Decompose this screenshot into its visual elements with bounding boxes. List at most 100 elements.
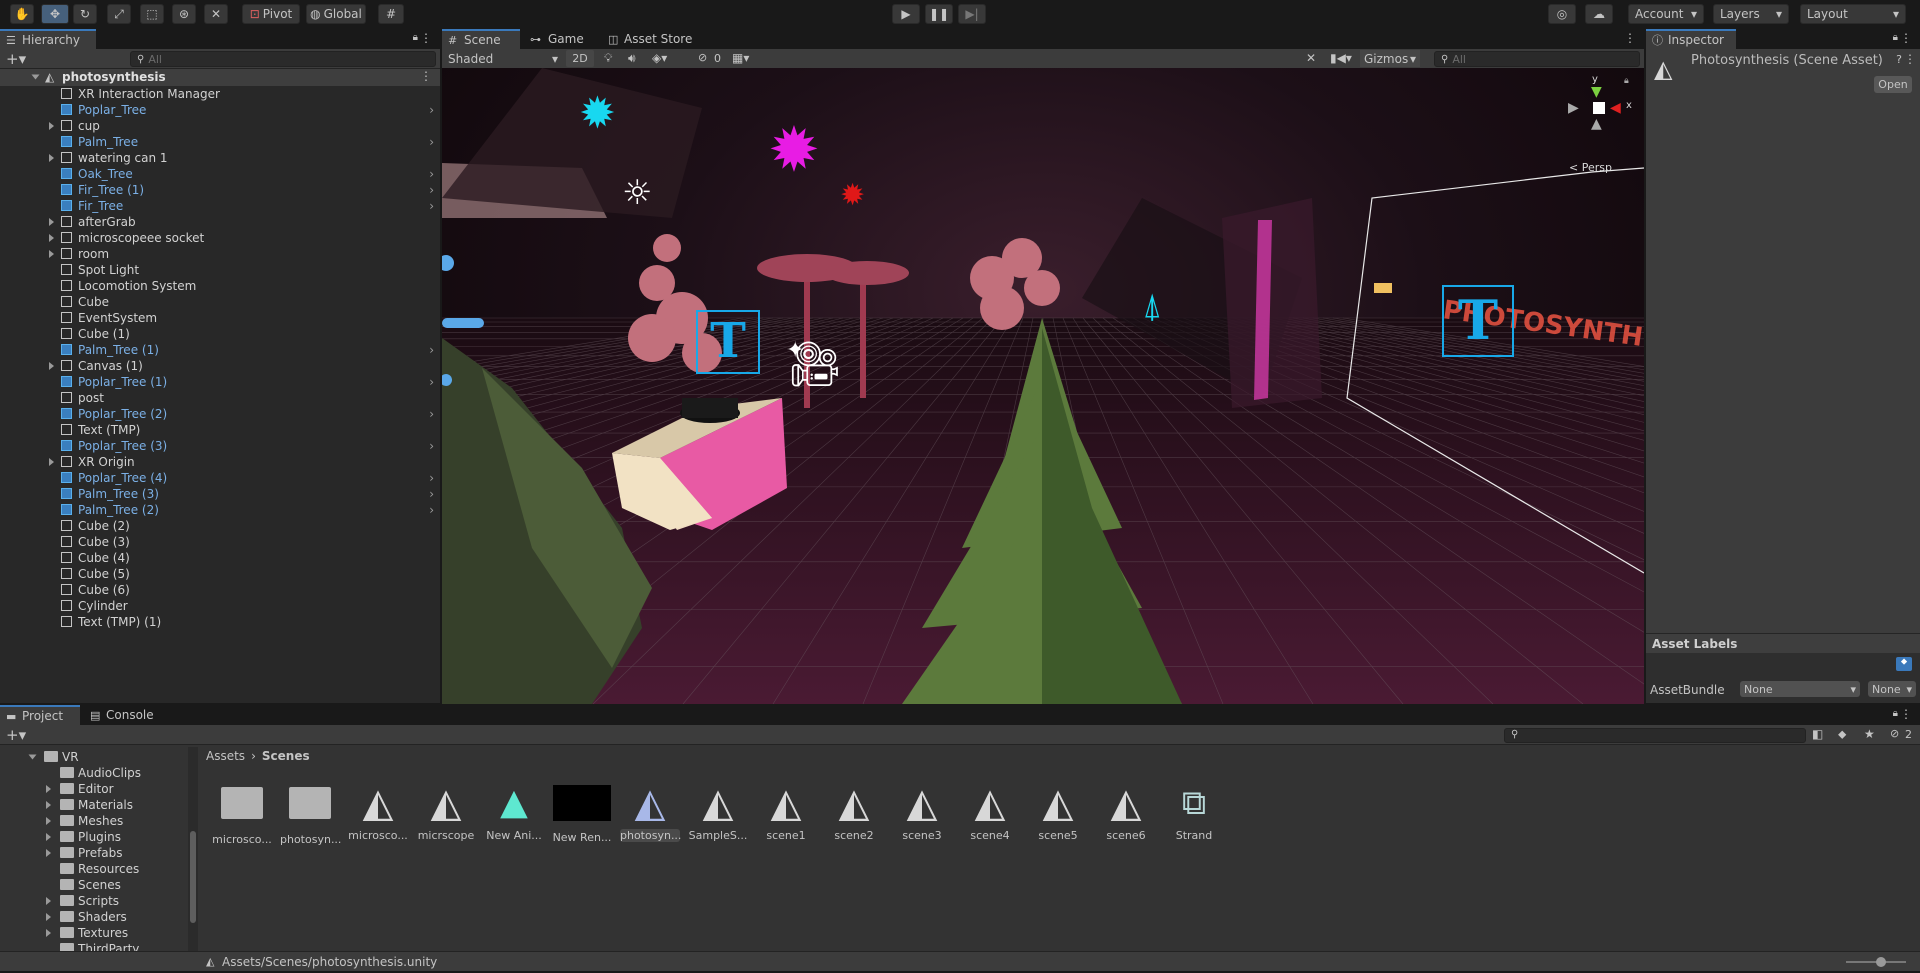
hierarchy-item[interactable]: XR Origin [0, 454, 440, 470]
asset-item[interactable]: ⧉ Strand [1164, 783, 1224, 842]
expand-arrow-icon[interactable] [46, 849, 51, 857]
open-prefab-icon[interactable]: › [429, 183, 434, 197]
expand-arrow-icon[interactable] [49, 154, 54, 162]
filter-type-icon[interactable]: ◧ [1812, 727, 1823, 741]
open-button[interactable]: Open [1874, 76, 1912, 93]
layout-dropdown[interactable]: Layout ▾ [1800, 4, 1906, 24]
filter-label-icon[interactable]: ⬥ [1838, 727, 1846, 742]
expand-arrow-icon[interactable] [46, 785, 51, 793]
expand-arrow-icon[interactable] [28, 754, 37, 760]
hierarchy-item[interactable]: Palm_Tree › [0, 134, 440, 150]
asset-item[interactable]: ◭ scene4 [960, 783, 1020, 842]
asset-item[interactable]: ◭ photosyn... [620, 783, 681, 842]
expand-arrow-icon[interactable] [49, 234, 54, 242]
open-prefab-icon[interactable]: › [429, 167, 434, 181]
expand-arrow-icon[interactable] [46, 913, 51, 921]
point-light-icon[interactable]: ✹ [768, 113, 820, 186]
menu-icon[interactable]: ⋮ [1900, 31, 1912, 45]
asset-item[interactable]: photosyn... [280, 783, 341, 846]
hierarchy-item[interactable]: EventSystem [0, 310, 440, 326]
custom-tool-button[interactable]: ✕ [204, 4, 228, 24]
2d-toggle[interactable]: 2D [566, 50, 594, 67]
icon-size-slider[interactable] [1846, 957, 1906, 967]
account-dropdown[interactable]: Account ▾ [1628, 4, 1704, 24]
asset-item[interactable]: microsco... [212, 783, 272, 846]
open-prefab-icon[interactable]: › [429, 503, 434, 517]
grid-snap-button[interactable]: # [378, 4, 404, 24]
expand-arrow-icon[interactable] [46, 833, 51, 841]
asset-item[interactable]: ◭ SampleS... [688, 783, 748, 842]
hierarchy-item[interactable]: Spot Light [0, 262, 440, 278]
hierarchy-item[interactable]: Text (TMP) (1) [0, 614, 440, 630]
expand-arrow-icon[interactable] [49, 218, 54, 226]
expand-arrow-icon[interactable] [46, 801, 51, 809]
pivot-toggle[interactable]: ⊡ Pivot [242, 4, 300, 24]
label-tag-icon[interactable]: ⬥ [1896, 657, 1912, 671]
hierarchy-item[interactable]: room [0, 246, 440, 262]
tab-game[interactable]: ⊶ Game [526, 29, 596, 49]
expand-arrow-icon[interactable] [49, 362, 54, 370]
step-button[interactable]: ▶| [958, 4, 986, 24]
hierarchy-item[interactable]: Cube (3) [0, 534, 440, 550]
spot-light-icon[interactable]: ⍋ [1142, 286, 1162, 326]
expand-arrow-icon[interactable] [49, 122, 54, 130]
hierarchy-item[interactable]: Palm_Tree (3) › [0, 486, 440, 502]
asset-item[interactable]: ◭ scene3 [892, 783, 952, 842]
asset-item[interactable]: ◭ scene2 [824, 783, 884, 842]
hierarchy-item[interactable]: Cube (6) [0, 582, 440, 598]
tab-inspector[interactable]: ⓘ Inspector [1646, 29, 1736, 49]
lock-icon[interactable]: 🔒︎ [1893, 708, 1898, 719]
expand-arrow-icon[interactable] [46, 817, 51, 825]
hierarchy-item[interactable]: microscopeee socket [0, 230, 440, 246]
tree-scrollbar[interactable] [188, 747, 198, 971]
asset-item[interactable]: New Ren... [552, 783, 612, 844]
text-gizmo-icon[interactable]: T [1442, 285, 1514, 357]
hierarchy-item[interactable]: Poplar_Tree (4) › [0, 470, 440, 486]
slider-thumb[interactable] [1876, 957, 1886, 967]
scene-root-row[interactable]: ◭ photosynthesis ⋮ [0, 69, 440, 86]
open-prefab-icon[interactable]: › [429, 439, 434, 453]
tab-hierarchy[interactable]: ☰ Hierarchy [0, 29, 96, 49]
expand-arrow-icon[interactable] [31, 74, 40, 80]
hierarchy-item[interactable]: Poplar_Tree (2) › [0, 406, 440, 422]
asset-item[interactable]: ▲ New Ani... [484, 783, 544, 843]
hierarchy-item[interactable]: Fir_Tree › [0, 198, 440, 214]
text-gizmo-icon[interactable]: T [696, 310, 760, 374]
hierarchy-item[interactable]: Oak_Tree › [0, 166, 440, 182]
services-button[interactable]: ◎ [1548, 4, 1576, 24]
menu-icon[interactable]: ⋮ [1900, 707, 1912, 721]
rect-tool-button[interactable]: ⬚ [140, 4, 164, 24]
hierarchy-item[interactable]: post [0, 390, 440, 406]
hierarchy-item[interactable]: Cube (1) [0, 326, 440, 342]
open-prefab-icon[interactable]: › [429, 103, 434, 117]
hierarchy-item[interactable]: Cube (4) [0, 550, 440, 566]
expand-arrow-icon[interactable] [46, 897, 51, 905]
open-prefab-icon[interactable]: › [429, 471, 434, 485]
hierarchy-item[interactable]: Cube (2) [0, 518, 440, 534]
add-icon[interactable]: +▾ [6, 726, 26, 744]
hierarchy-item[interactable]: XR Interaction Manager [0, 86, 440, 102]
lock-icon[interactable]: 🔒︎ [1624, 76, 1629, 86]
scrollbar-thumb[interactable] [190, 831, 196, 923]
open-prefab-icon[interactable]: › [429, 343, 434, 357]
favorite-icon[interactable]: ★ [1864, 727, 1875, 741]
breadcrumb-item[interactable]: Scenes [262, 749, 310, 763]
tab-asset-store[interactable]: ◫ Asset Store [602, 29, 702, 49]
orientation-gizmo[interactable]: y x ▼ ◀ ▶ ▲ 🔒︎ [1560, 74, 1640, 146]
asset-item[interactable]: ◭ scene5 [1028, 783, 1088, 842]
layers-dropdown[interactable]: Layers ▾ [1713, 4, 1789, 24]
expand-arrow-icon[interactable] [49, 458, 54, 466]
breadcrumb-item[interactable]: Assets [206, 749, 245, 763]
expand-arrow-icon[interactable] [49, 250, 54, 258]
camera-icon[interactable]: ▮◀▾ [1330, 51, 1352, 65]
scene-search-input[interactable]: ⚲ All [1434, 51, 1640, 67]
point-light-icon[interactable]: ✹ [579, 88, 616, 139]
hierarchy-item[interactable]: afterGrab [0, 214, 440, 230]
move-tool-button[interactable]: ✥ [41, 4, 69, 24]
hierarchy-item[interactable]: Locomotion System [0, 278, 440, 294]
expand-arrow-icon[interactable] [46, 929, 51, 937]
grid-toggle-icon[interactable]: ▦▾ [732, 51, 749, 65]
menu-icon[interactable]: ⋮ [420, 31, 432, 45]
project-search-input[interactable]: ⚲ [1504, 728, 1806, 743]
persp-label[interactable]: < Persp [1569, 161, 1612, 174]
